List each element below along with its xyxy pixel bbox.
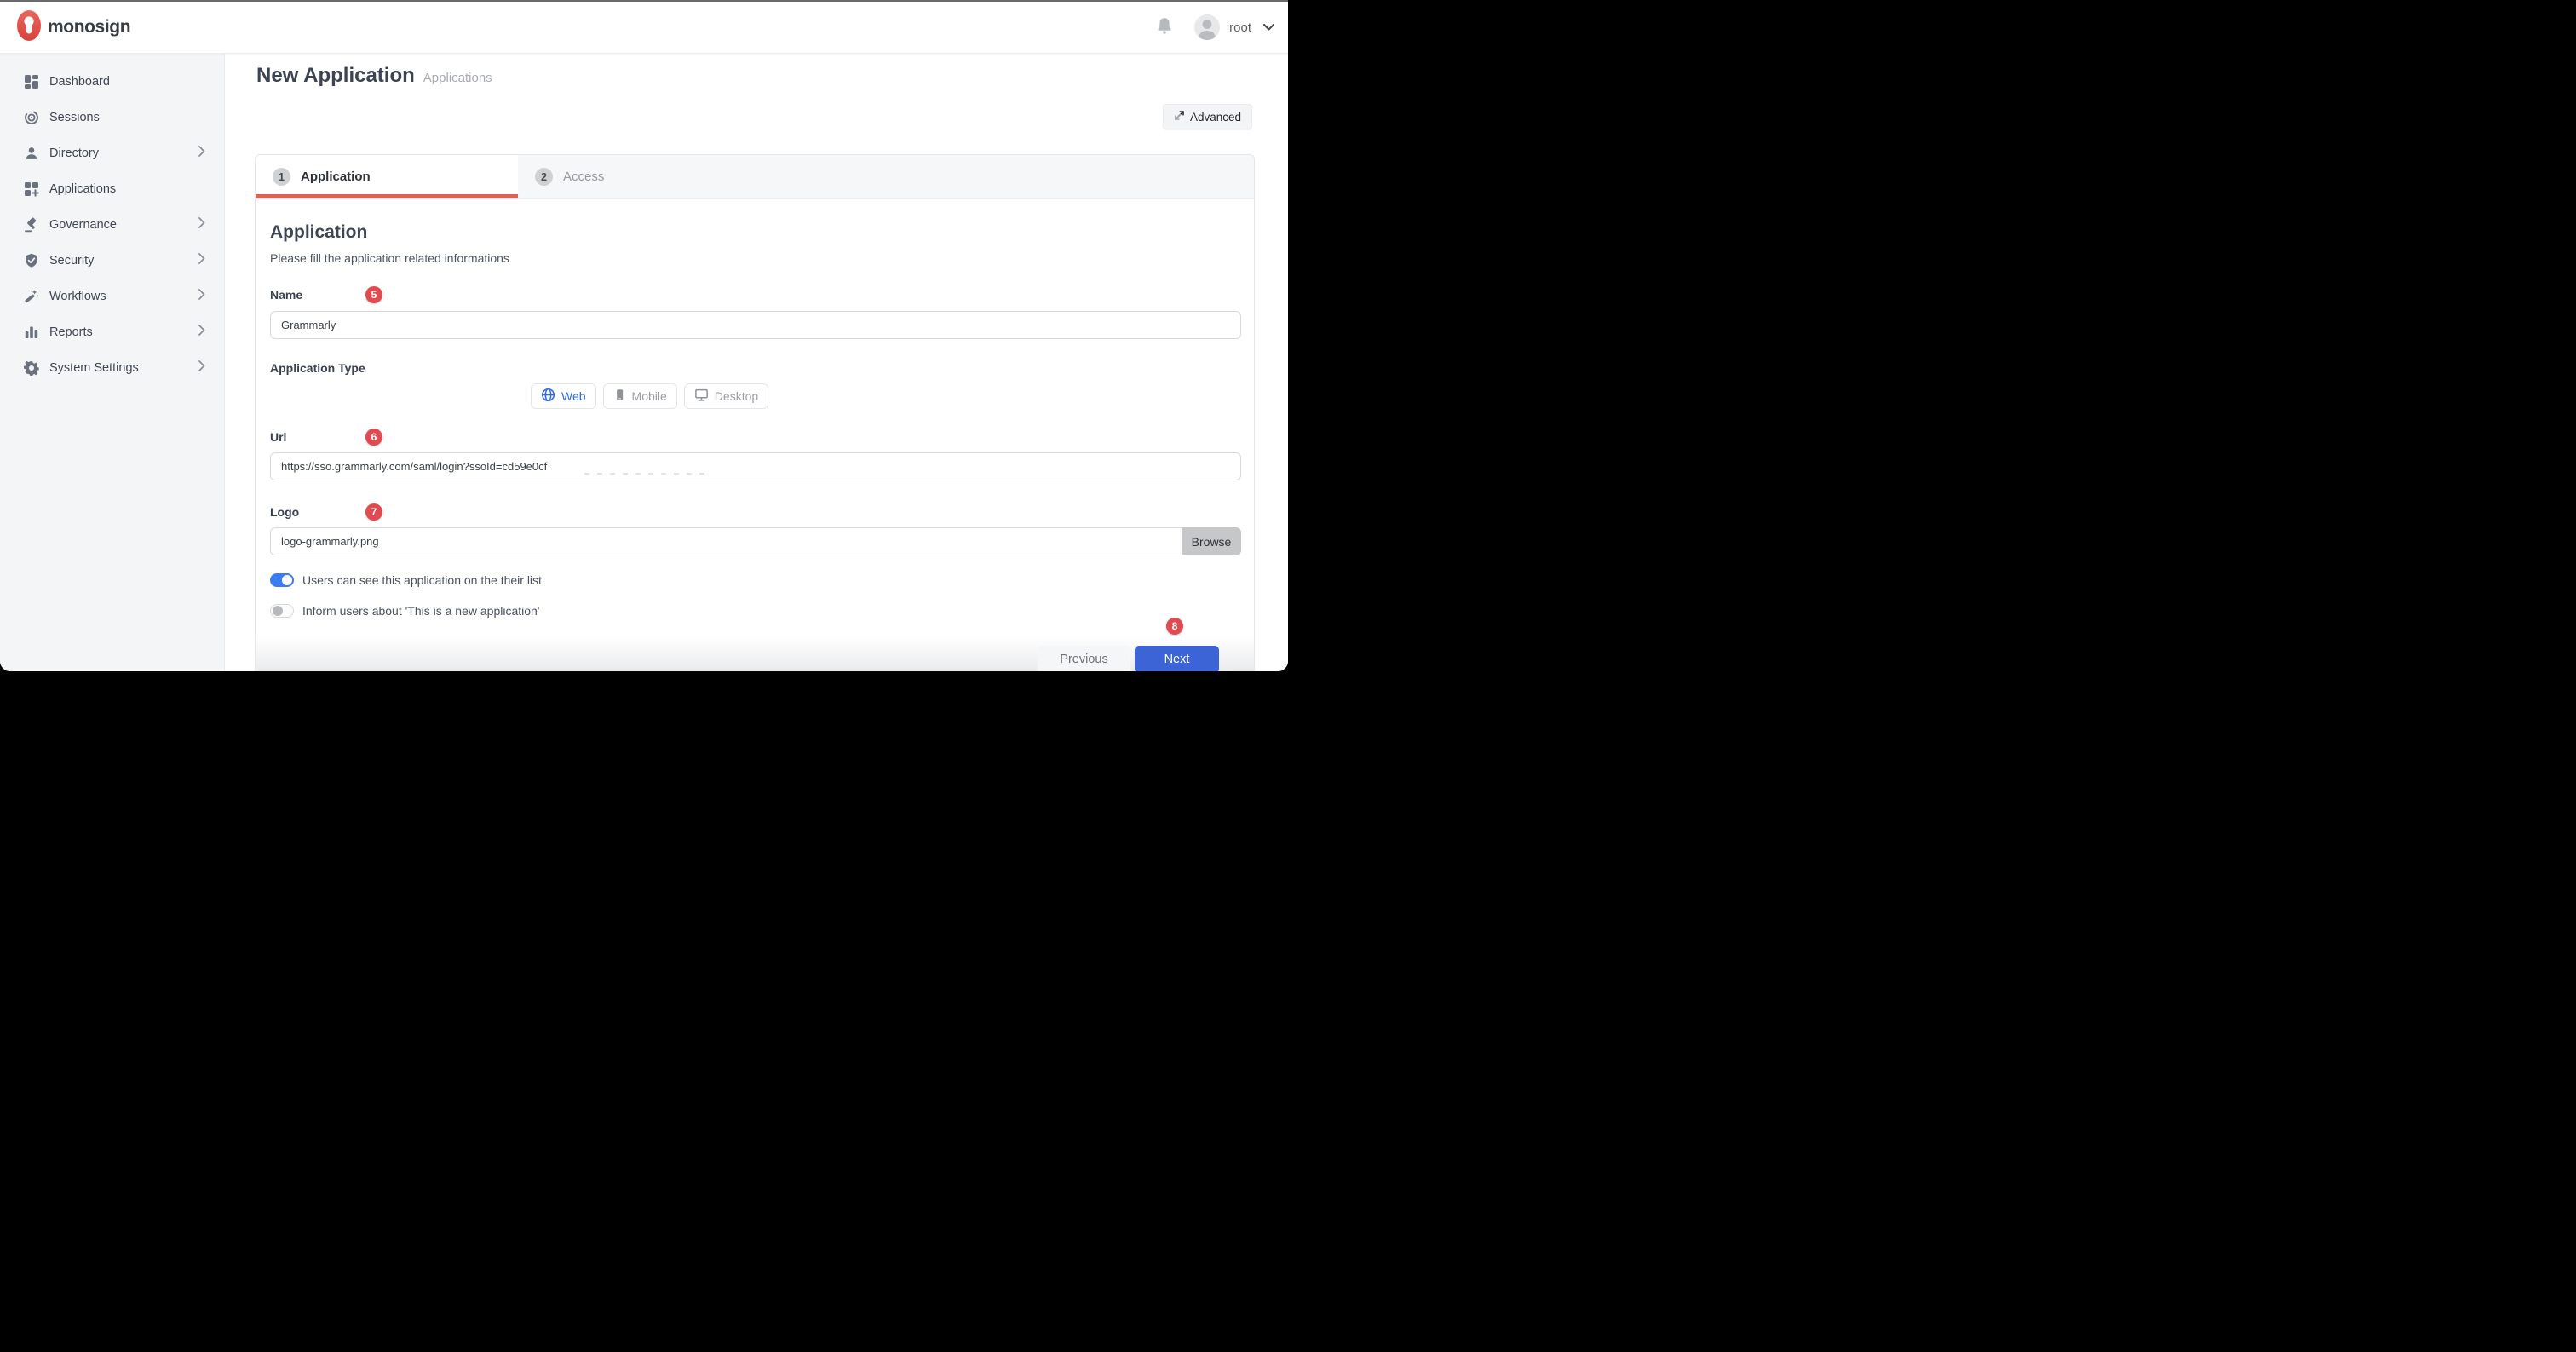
sidebar-item-workflows[interactable]: Workflows	[0, 279, 224, 314]
type-option-label: Web	[561, 389, 586, 403]
type-option-web[interactable]: Web	[531, 383, 596, 409]
name-label: Name	[270, 288, 302, 302]
tab-label: Access	[563, 170, 604, 184]
breadcrumb: Applications	[423, 71, 492, 85]
tab-step-number: 2	[535, 168, 553, 186]
chevron-right-icon	[198, 217, 205, 233]
monosign-logo-icon	[17, 10, 41, 45]
sidebar-item-label: Directory	[49, 147, 198, 160]
mobile-icon	[613, 388, 626, 405]
sidebar-item-governance[interactable]: Governance	[0, 207, 224, 243]
tab-label: Application	[301, 170, 371, 184]
brand-name: monosign	[48, 17, 130, 37]
annotation-badge-6: 6	[365, 429, 382, 446]
sidebar-item-label: Workflows	[49, 290, 198, 303]
new-application-card: 1 Application 2 Access Application Pleas…	[255, 154, 1255, 671]
sidebar-item-security[interactable]: Security	[0, 243, 224, 279]
sidebar-item-label: Reports	[49, 325, 198, 339]
type-option-desktop[interactable]: Desktop	[684, 383, 768, 409]
chevron-right-icon	[198, 253, 205, 268]
user-menu-chevron-down-icon[interactable]	[1263, 20, 1274, 35]
sidebar-item-directory[interactable]: Directory	[0, 135, 224, 171]
url-field-row: Url 6	[270, 430, 1239, 445]
chevron-right-icon	[198, 289, 205, 304]
advanced-button-label: Advanced	[1190, 111, 1241, 124]
type-option-mobile[interactable]: Mobile	[603, 383, 677, 409]
sidebar-item-label: Governance	[49, 218, 198, 232]
notifications-bell-icon[interactable]	[1157, 17, 1172, 38]
logo-filename-input[interactable]	[270, 527, 1182, 555]
inform-users-toggle[interactable]	[270, 604, 294, 618]
chevron-right-icon	[198, 325, 205, 340]
url-label: Url	[270, 430, 286, 444]
wizard-tabs: 1 Application 2 Access	[256, 155, 1254, 199]
top-bar: monosign root	[0, 2, 1288, 54]
advanced-button[interactable]: Advanced	[1163, 104, 1252, 129]
reports-bar-chart-icon	[24, 325, 39, 340]
sidebar-item-system-settings[interactable]: System Settings	[0, 350, 224, 386]
username-label[interactable]: root	[1229, 20, 1251, 35]
type-option-label: Desktop	[715, 389, 758, 403]
directory-icon	[24, 146, 39, 161]
sidebar-item-dashboard[interactable]: Dashboard	[0, 64, 224, 100]
url-input[interactable]	[270, 452, 1241, 480]
sidebar-item-reports[interactable]: Reports	[0, 314, 224, 350]
logo-field-row: Logo 7	[270, 505, 1239, 520]
page-header: New Application Applications	[225, 54, 1288, 88]
application-type-row: Application Type	[270, 361, 1239, 376]
main-content: New Application Applications Advanced	[225, 54, 1288, 671]
security-shield-icon	[24, 253, 39, 268]
annotation-badge-5: 5	[365, 286, 382, 303]
name-field-row: Name 5	[270, 288, 1239, 302]
wizard-footer-actions: Previous Next	[1038, 646, 1219, 671]
previous-button[interactable]: Previous	[1038, 646, 1130, 671]
sidebar-item-label: Sessions	[49, 111, 205, 124]
toggle-label: Inform users about 'This is a new applic…	[302, 604, 539, 618]
toggle-knob	[282, 575, 292, 585]
chevron-right-icon	[198, 360, 205, 376]
sidebar-item-label: Security	[49, 254, 198, 268]
form-section-subheading: Please fill the application related info…	[270, 251, 1239, 266]
system-settings-gear-icon	[24, 360, 39, 376]
toggle-knob	[273, 606, 283, 616]
workflows-wand-icon	[24, 289, 39, 304]
applications-icon	[24, 181, 39, 197]
logo-file-group: Browse	[270, 527, 1241, 555]
dashboard-icon	[24, 74, 39, 89]
toggle-label: Users can see this application on the th…	[302, 573, 542, 587]
tab-application[interactable]: 1 Application	[256, 155, 518, 198]
sidebar-item-label: Applications	[49, 182, 205, 196]
application-type-options: Web Mobile	[531, 383, 1239, 409]
annotation-badge-8: 8	[1166, 618, 1183, 635]
sidebar: Dashboard Sessions Directory	[0, 54, 225, 671]
logo-label: Logo	[270, 505, 299, 519]
users-can-see-toggle[interactable]	[270, 573, 294, 587]
chevron-right-icon	[198, 146, 205, 161]
user-avatar[interactable]	[1194, 14, 1220, 40]
brand-logo[interactable]: monosign	[17, 10, 130, 45]
app-window: monosign root	[0, 2, 1288, 671]
sidebar-item-label: System Settings	[49, 361, 198, 375]
sidebar-item-label: Dashboard	[49, 75, 205, 89]
globe-icon	[541, 388, 555, 405]
governance-icon	[24, 217, 39, 233]
application-type-label: Application Type	[270, 361, 365, 375]
name-input[interactable]	[270, 311, 1241, 339]
type-option-label: Mobile	[632, 389, 667, 403]
inform-users-toggle-row: Inform users about 'This is a new applic…	[270, 604, 1239, 618]
tab-access[interactable]: 2 Access	[518, 155, 780, 198]
sidebar-item-applications[interactable]: Applications	[0, 171, 224, 207]
next-button[interactable]: Next	[1135, 646, 1219, 671]
sidebar-item-sessions[interactable]: Sessions	[0, 100, 224, 135]
expand-arrows-icon	[1174, 110, 1185, 124]
annotation-badge-7: 7	[365, 503, 382, 521]
browse-button[interactable]: Browse	[1182, 527, 1241, 555]
visibility-toggle-row: Users can see this application on the th…	[270, 573, 1239, 587]
desktop-icon	[694, 388, 709, 405]
form-section-heading: Application	[270, 223, 1239, 242]
tab-step-number: 1	[273, 168, 290, 186]
sessions-icon	[24, 110, 39, 125]
page-title: New Application	[256, 64, 415, 88]
